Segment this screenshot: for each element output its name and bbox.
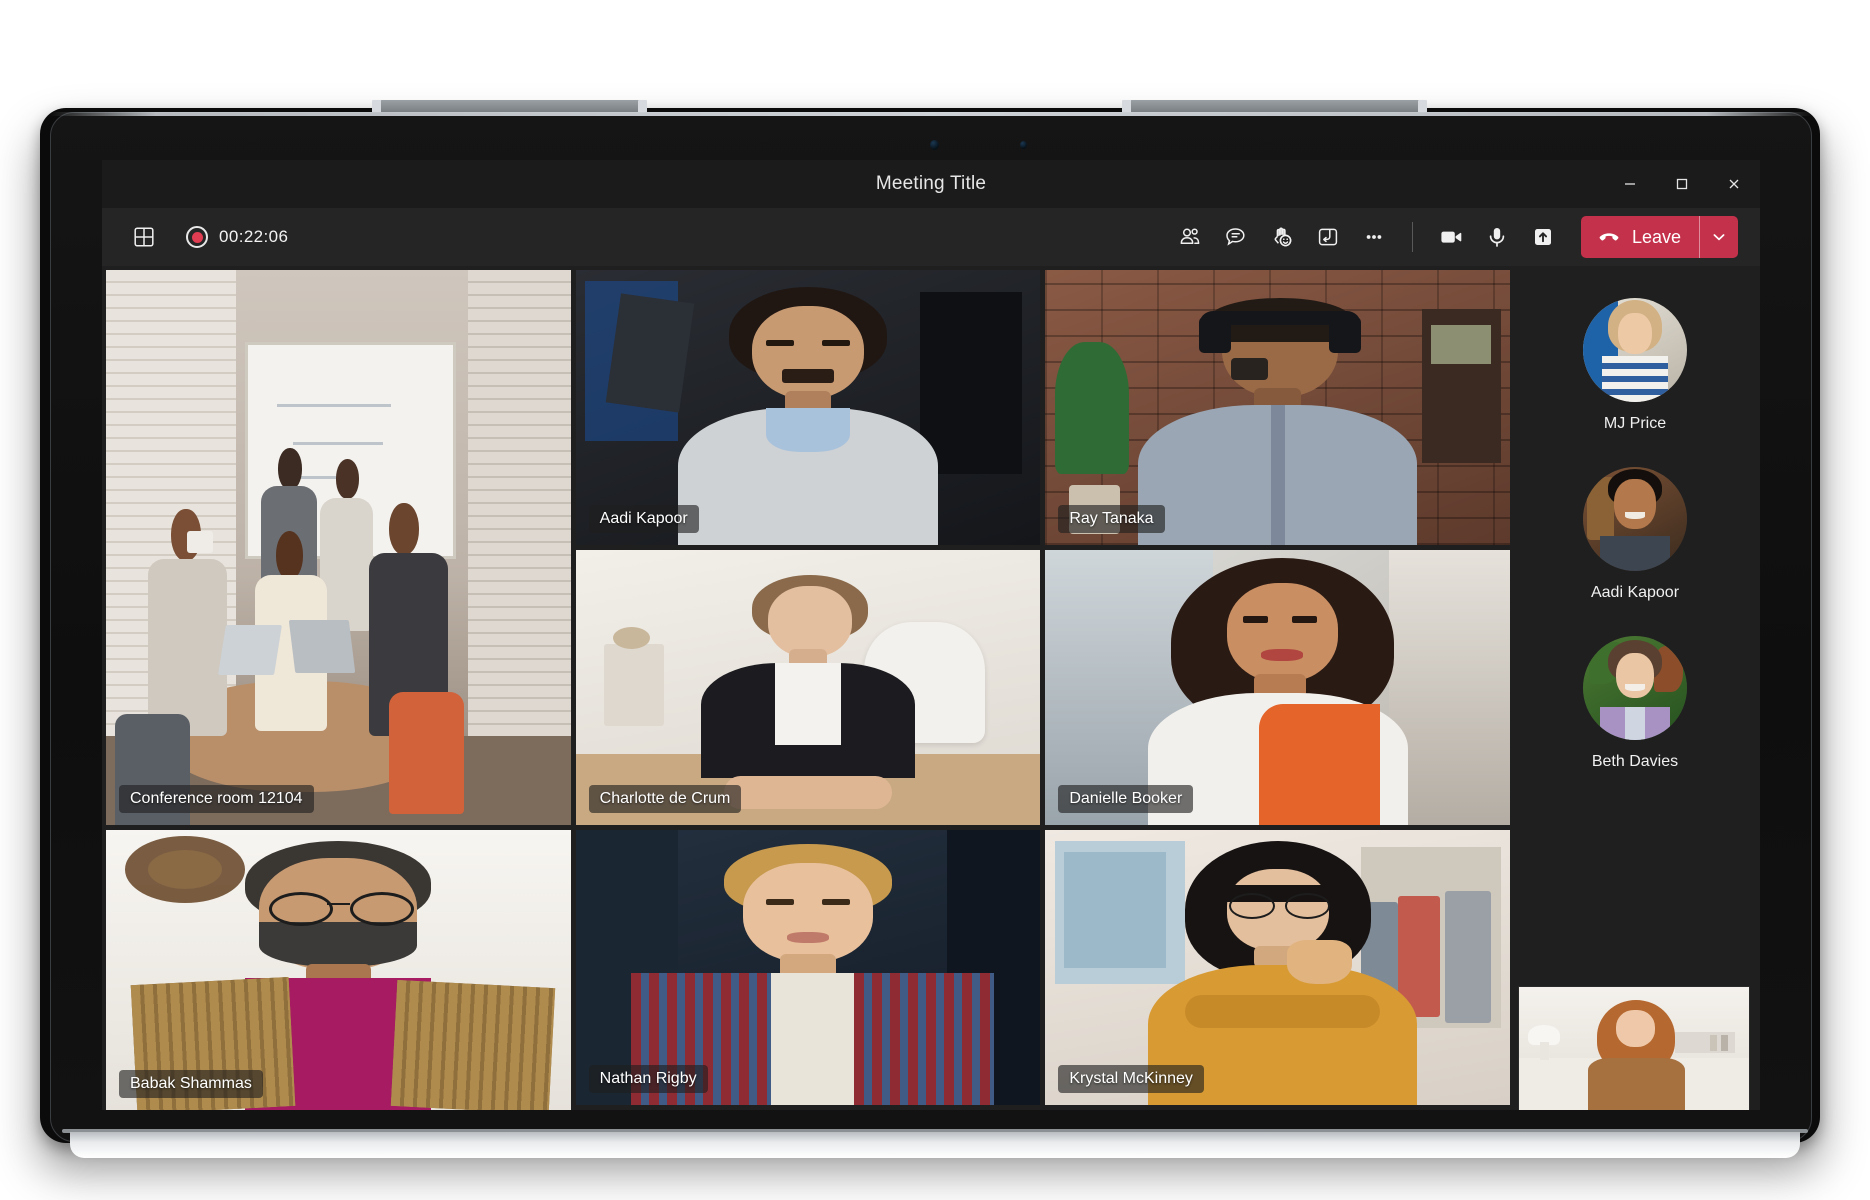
device-base	[70, 1132, 1800, 1158]
video-tile-danielle-booker[interactable]: Danielle Booker	[1045, 550, 1510, 825]
share-screen-icon[interactable]	[1523, 217, 1563, 257]
close-button[interactable]	[1708, 160, 1760, 208]
tile-name-label: Danielle Booker	[1058, 785, 1194, 813]
recording-indicator: 00:22:06	[186, 226, 288, 248]
video-feed	[575, 270, 1041, 545]
video-grid: Conference room 12104 Aadi Kapoor Ray Ta…	[102, 266, 1510, 1110]
leave-button-group[interactable]: Leave	[1580, 216, 1738, 258]
leave-button[interactable]: Leave	[1581, 216, 1699, 258]
toolbar-divider	[1411, 222, 1413, 252]
app-window: Meeting Title 00:22:06 Leave Conference …	[102, 160, 1760, 1110]
microphone-icon[interactable]	[1477, 217, 1517, 257]
avatar	[1583, 636, 1687, 740]
tile-name-label: Aadi Kapoor	[588, 505, 699, 533]
video-feed	[1045, 270, 1510, 545]
video-feed	[575, 550, 1041, 825]
video-tile-nathan-rigby[interactable]: Nathan Rigby	[575, 830, 1041, 1105]
roster-item-beth-davies[interactable]: Beth Davies	[1510, 636, 1760, 771]
video-feed	[1045, 550, 1510, 825]
roster-item-mj-price[interactable]: MJ Price	[1510, 298, 1760, 433]
camera-icon[interactable]	[1431, 217, 1471, 257]
tile-name-label: Nathan Rigby	[588, 1065, 708, 1093]
meeting-stage: Conference room 12104 Aadi Kapoor Ray Ta…	[102, 266, 1760, 1110]
avatar	[1583, 298, 1687, 402]
video-feed	[106, 270, 571, 825]
roster-item-label: Aadi Kapoor	[1590, 584, 1680, 601]
video-tile-babak-shammas[interactable]: Babak Shammas	[106, 830, 571, 1110]
hangup-phone-icon	[1599, 233, 1619, 241]
video-feed	[1519, 987, 1749, 1110]
front-camera-icon	[930, 140, 939, 150]
sensor-icon	[1020, 141, 1027, 149]
avatar	[1583, 467, 1687, 571]
chat-bubble-icon[interactable]	[1216, 217, 1256, 257]
self-view-tile[interactable]	[1518, 986, 1750, 1110]
screenshot-root: Meeting Title 00:22:06 Leave Conference …	[0, 0, 1870, 1200]
leave-button-label: Leave	[1631, 226, 1681, 247]
people-icon[interactable]	[1170, 217, 1210, 257]
maximize-button[interactable]	[1656, 160, 1708, 208]
bezel-highlight	[50, 112, 1812, 116]
video-tile-aadi-kapoor[interactable]: Aadi Kapoor	[575, 270, 1041, 545]
minimize-button[interactable]	[1604, 160, 1656, 208]
video-tile-charlotte-de-crum[interactable]: Charlotte de Crum	[575, 550, 1041, 825]
roster-item-aadi-kapoor[interactable]: Aadi Kapoor	[1510, 467, 1760, 602]
participant-rail: MJ Price Aadi Kapoor Beth Davies	[1510, 266, 1760, 1110]
video-tile-krystal-mckinney[interactable]: Krystal McKinney	[1045, 830, 1510, 1105]
roster-list: MJ Price Aadi Kapoor Beth Davies	[1510, 266, 1760, 771]
video-feed	[575, 830, 1041, 1105]
roster-item-label: MJ Price	[1603, 415, 1667, 432]
tile-name-label: Babak Shammas	[119, 1070, 263, 1098]
video-tile-ray-tanaka[interactable]: Ray Tanaka	[1045, 270, 1510, 545]
more-ellipsis-icon[interactable]	[1354, 217, 1394, 257]
tile-name-label: Krystal McKinney	[1058, 1065, 1204, 1093]
raise-hand-reactions-icon[interactable]	[1262, 217, 1302, 257]
tile-name-label: Charlotte de Crum	[588, 785, 742, 813]
breakout-rooms-icon[interactable]	[1308, 217, 1348, 257]
window-controls	[1604, 160, 1760, 208]
record-dot-icon	[186, 226, 208, 248]
window-title: Meeting Title	[875, 173, 987, 194]
grid-layout-icon[interactable]	[124, 217, 164, 257]
tile-name-label: Conference room 12104	[119, 785, 314, 813]
title-bar: Meeting Title	[102, 160, 1760, 208]
video-feed	[106, 830, 571, 1110]
roster-item-label: Beth Davies	[1591, 753, 1679, 770]
recording-elapsed: 00:22:06	[219, 227, 289, 246]
leave-dropdown-button[interactable]	[1700, 216, 1738, 258]
tile-name-label: Ray Tanaka	[1058, 505, 1165, 533]
video-tile-conference-room-12104[interactable]: Conference room 12104	[106, 270, 571, 825]
video-feed	[1045, 830, 1510, 1105]
meeting-toolbar: 00:22:06 Leave	[102, 208, 1760, 266]
chevron-down-icon	[1713, 234, 1725, 241]
